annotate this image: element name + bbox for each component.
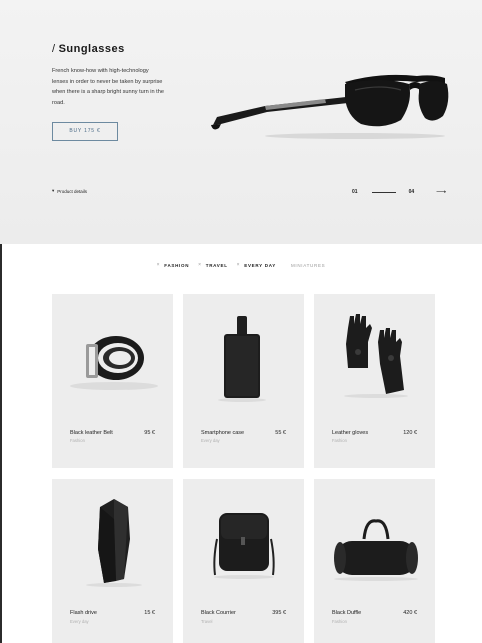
pager-total: 04	[408, 189, 415, 195]
product-category: Travel	[201, 619, 213, 624]
product-category: Fashion	[332, 619, 347, 624]
close-icon[interactable]: ×	[198, 262, 202, 268]
product-name: Black Courrier	[201, 610, 236, 616]
product-details-link[interactable]: ▾ Product details	[52, 188, 87, 194]
gloves-icon	[344, 314, 408, 398]
tab-label: MINIATURES	[290, 262, 326, 268]
product-price: 420 €	[403, 610, 417, 616]
product-price: 95 €	[144, 430, 155, 436]
pager-current: 01	[352, 189, 358, 195]
hero-title-text: Sunglasses	[58, 43, 125, 55]
hero-title: / Sunglasses	[52, 43, 125, 55]
product-card[interactable]: Leather gloves 120 € Fashion	[314, 294, 435, 468]
hero-banner: / Sunglasses French know-how with high-te…	[0, 0, 482, 244]
close-icon[interactable]: ×	[157, 262, 161, 268]
tab-label: EVERY DAY	[244, 262, 276, 268]
tab-travel[interactable]: × TRAVEL	[198, 262, 228, 268]
phone-case-icon	[218, 316, 266, 402]
chevron-down-icon: ▾	[52, 188, 55, 193]
hero-description: French know-how with high-technology len…	[52, 68, 164, 106]
product-price: 120 €	[403, 430, 417, 436]
tab-label: FASHION	[164, 262, 190, 268]
duffle-bag-icon	[334, 519, 418, 581]
tab-label: TRAVEL	[205, 262, 228, 268]
tab-every-day[interactable]: × EVERY DAY	[237, 262, 276, 268]
product-name: Smartphone case	[201, 430, 245, 436]
tab-miniatures[interactable]: MINIATURES	[291, 262, 325, 268]
product-card[interactable]: Black Courrier 395 € Travel	[183, 479, 304, 643]
belt-icon	[70, 336, 158, 390]
arrow-right-icon[interactable]: ⟶	[436, 188, 446, 196]
product-category: Every day	[201, 438, 220, 443]
product-category: Fashion	[332, 438, 347, 443]
close-icon[interactable]: ×	[237, 262, 241, 268]
messenger-bag-icon	[213, 513, 275, 579]
pager-divider	[371, 191, 396, 193]
product-name: Black Duffle	[332, 610, 362, 616]
sunglasses-image	[211, 74, 449, 139]
product-card[interactable]: Black leather Belt 95 € Fashion	[52, 294, 173, 468]
title-slash: /	[52, 43, 56, 55]
flash-drive-icon	[86, 499, 142, 587]
product-card[interactable]: Smartphone case 55 € Every day	[183, 294, 304, 468]
product-name: Black leather Belt	[70, 430, 113, 436]
product-category: Every day	[70, 619, 89, 624]
product-price: 395 €	[272, 610, 286, 616]
product-price: 15 €	[144, 610, 155, 616]
product-card[interactable]: Flash drive 15 € Every day	[52, 479, 173, 643]
buy-button[interactable]: BUY 175 €	[52, 122, 118, 141]
product-name: Leather gloves	[332, 430, 369, 436]
product-details-label: Product details	[57, 188, 88, 194]
product-name: Flash drive	[70, 610, 97, 616]
tab-fashion[interactable]: × FASHION	[157, 262, 190, 268]
category-filter-tabs: × FASHION × TRAVEL × EVERY DAY MINIATURES	[0, 262, 482, 268]
product-card[interactable]: Black Duffle 420 € Fashion	[314, 479, 435, 643]
product-category: Fashion	[70, 438, 85, 443]
product-price: 55 €	[275, 430, 286, 436]
slide-pager: 01 04 ⟶	[352, 188, 446, 196]
